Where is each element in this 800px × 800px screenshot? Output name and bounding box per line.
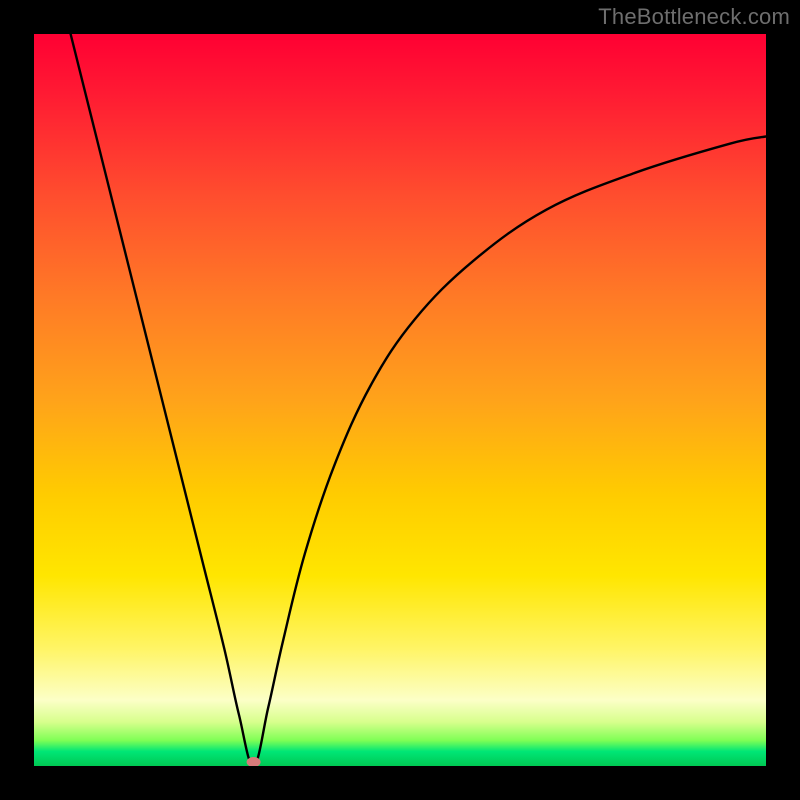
plot-area xyxy=(34,34,766,766)
watermark-text: TheBottleneck.com xyxy=(598,4,790,30)
bottleneck-curve xyxy=(34,34,766,766)
chart-frame: TheBottleneck.com xyxy=(0,0,800,800)
